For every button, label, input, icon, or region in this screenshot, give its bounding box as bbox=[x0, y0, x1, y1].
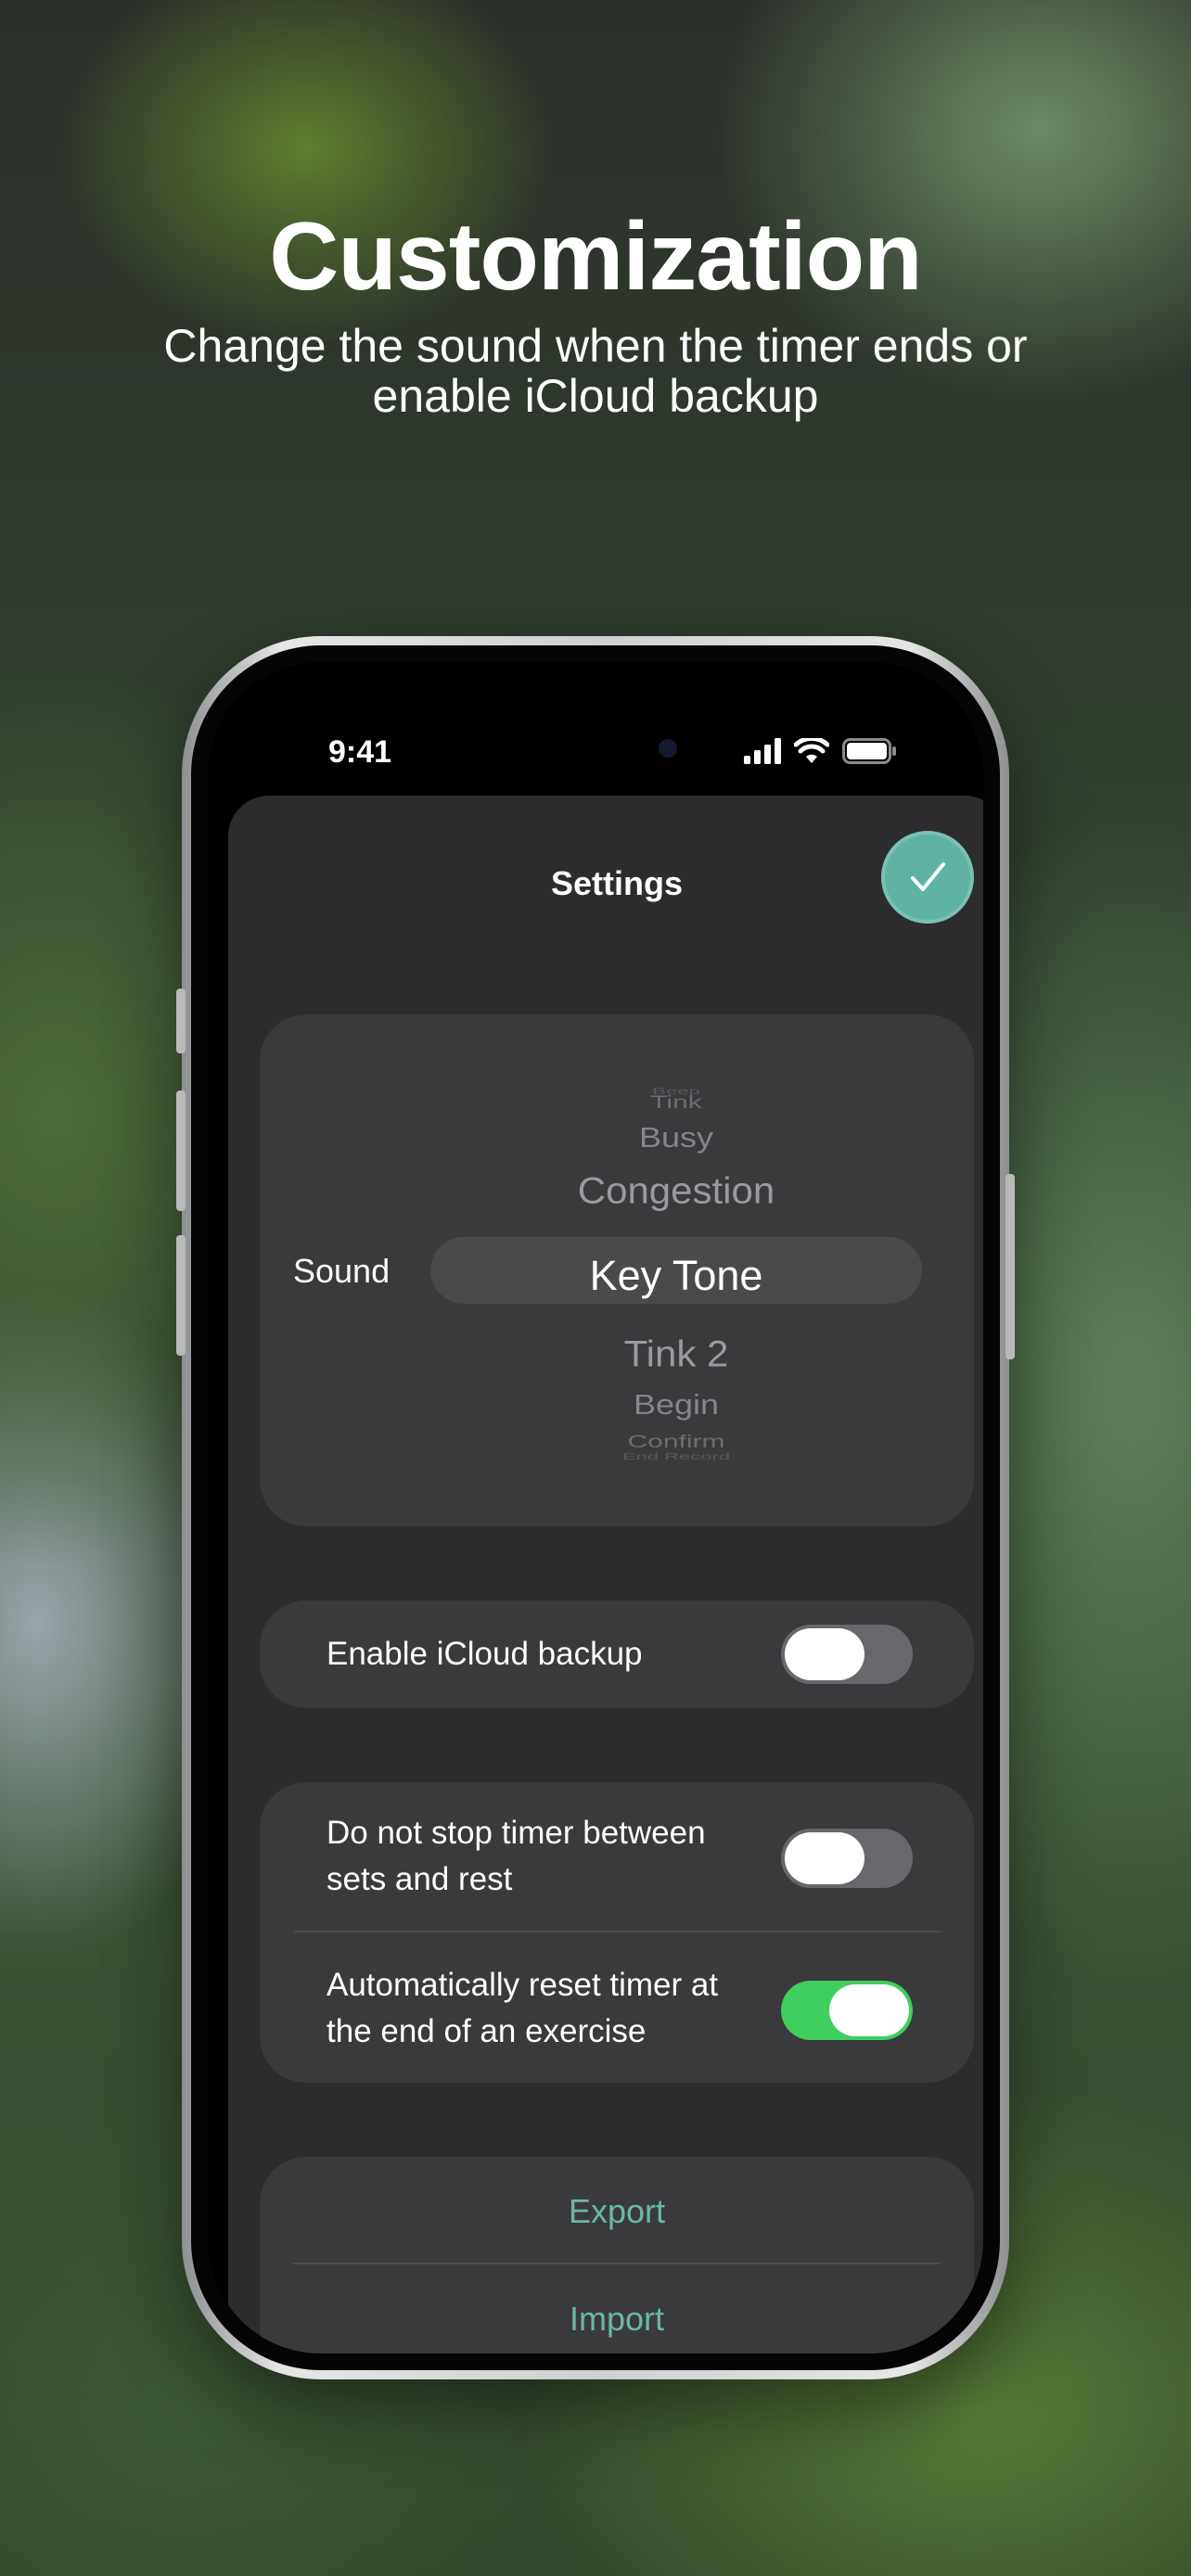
status-icons bbox=[744, 736, 898, 766]
icloud-backup-toggle[interactable] bbox=[781, 1625, 913, 1684]
divider bbox=[293, 1931, 941, 1932]
confirm-button[interactable] bbox=[881, 831, 974, 924]
wifi-icon bbox=[794, 738, 829, 763]
auto-reset-timer-toggle[interactable] bbox=[781, 1981, 913, 2040]
label-line: sets and rest bbox=[327, 1861, 513, 1897]
icloud-backup-label: Enable iCloud backup bbox=[327, 1636, 643, 1672]
battery-icon bbox=[842, 738, 896, 764]
label-line: Automatically reset timer at bbox=[327, 1967, 719, 2003]
timer-option-auto-reset-label: Automatically reset timer at the end of … bbox=[327, 1962, 718, 2055]
phone-volume-up-button bbox=[176, 1090, 186, 1211]
sound-label: Sound bbox=[293, 1252, 391, 1290]
export-button[interactable]: Export bbox=[260, 2192, 974, 2231]
camera-lens bbox=[659, 739, 677, 758]
import-button[interactable]: Import bbox=[260, 2300, 974, 2339]
sound-picker-wheel[interactable]: Beep Tink Busy Congestion Key Tone Tink … bbox=[430, 1070, 922, 1478]
divider bbox=[293, 2263, 941, 2264]
checkmark-icon bbox=[911, 862, 945, 891]
promo-subtitle: Change the sound when the timer ends or … bbox=[163, 320, 1028, 422]
sound-option-end-record[interactable]: End Record bbox=[430, 1451, 922, 1462]
sound-option-key-tone[interactable]: Key Tone bbox=[430, 1252, 922, 1300]
sound-option-tink-2[interactable]: Tink 2 bbox=[430, 1333, 922, 1375]
phone-action-button bbox=[176, 988, 186, 1053]
timer-option-no-stop-label: Do not stop timer between sets and rest bbox=[327, 1810, 706, 1903]
timer-options-card: Do not stop timer between sets and rest … bbox=[260, 1782, 974, 2083]
phone-bezel: 9:41 Settings Sound Beep Tink Busy Conge… bbox=[191, 645, 1000, 2370]
toggle-knob bbox=[785, 1832, 864, 1884]
label-line: the end of an exercise bbox=[327, 2013, 647, 2049]
toggle-knob bbox=[829, 1984, 909, 2036]
sound-option-begin[interactable]: Begin bbox=[430, 1388, 922, 1422]
signal-icon bbox=[744, 738, 781, 764]
phone-volume-down-button bbox=[176, 1235, 186, 1356]
sound-option-tink[interactable]: Tink bbox=[430, 1092, 922, 1113]
promo-headline: Customization bbox=[269, 203, 922, 311]
status-time: 9:41 bbox=[328, 734, 392, 770]
sound-picker-card: Sound Beep Tink Busy Congestion Key Tone… bbox=[260, 1014, 974, 1526]
toggle-knob bbox=[785, 1628, 864, 1680]
no-stop-timer-toggle[interactable] bbox=[781, 1829, 913, 1888]
settings-sheet: Settings Sound Beep Tink Busy Congestion bbox=[228, 796, 983, 2353]
dynamic-island bbox=[492, 720, 699, 777]
data-actions-card: Export Import bbox=[260, 2157, 974, 2353]
settings-title: Settings bbox=[550, 864, 683, 902]
phone-screen: 9:41 Settings Sound Beep Tink Busy Conge… bbox=[208, 662, 983, 2353]
icloud-card: Enable iCloud backup bbox=[260, 1600, 974, 1708]
label-line: Do not stop timer between bbox=[327, 1815, 706, 1851]
sound-option-congestion[interactable]: Congestion bbox=[430, 1169, 922, 1212]
sound-option-busy[interactable]: Busy bbox=[430, 1121, 922, 1154]
sound-option-confirm[interactable]: Confirm bbox=[430, 1432, 922, 1452]
phone-power-button bbox=[1005, 1174, 1015, 1359]
phone-frame: 9:41 Settings Sound Beep Tink Busy Conge… bbox=[176, 636, 1015, 2379]
